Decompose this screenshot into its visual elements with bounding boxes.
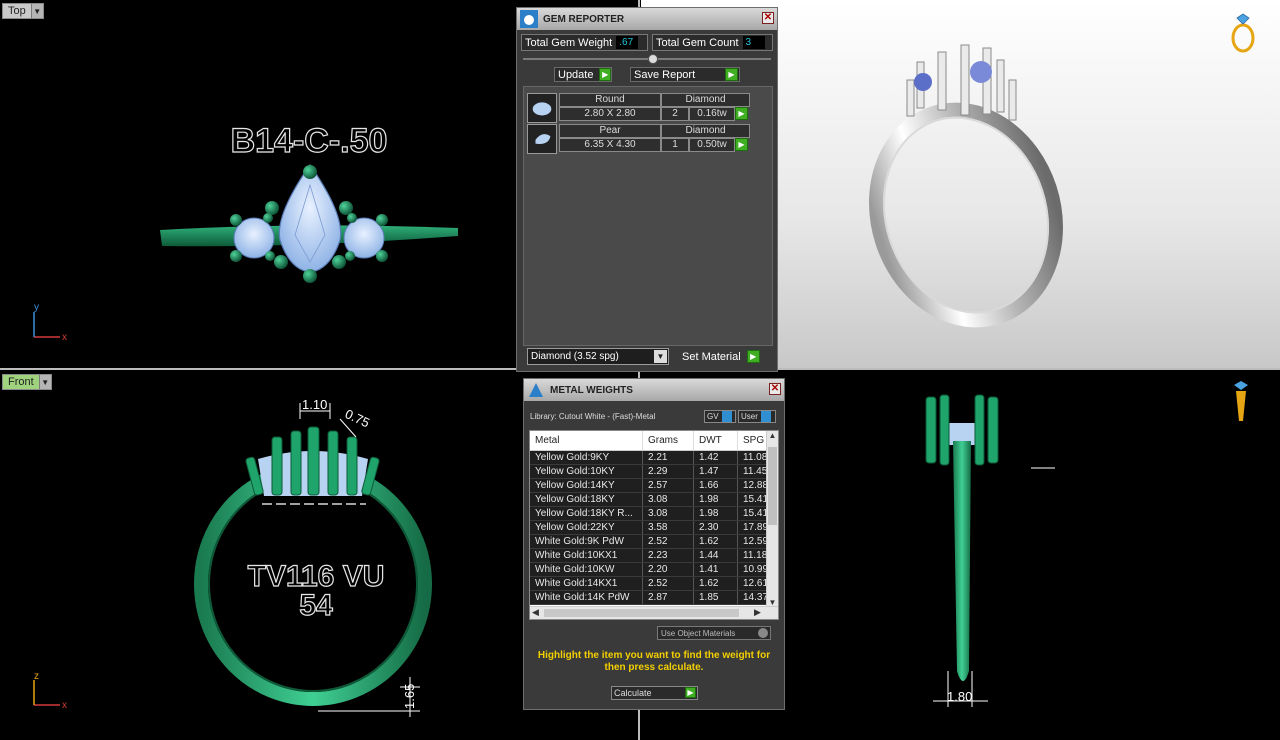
gem-reporter-panel: GEM REPORTER ✕ Total Gem Weight .67 Tota…: [516, 7, 778, 372]
svg-text:z: z: [34, 671, 39, 682]
scroll-thumb[interactable]: [768, 447, 777, 525]
gem-slider[interactable]: [523, 54, 771, 64]
metal-table-header: Metal Grams DWT SPG: [530, 431, 778, 451]
calculate-button[interactable]: Calculate ▶: [611, 686, 698, 700]
gem-row-go-button[interactable]: ▶: [735, 107, 748, 120]
hint-text: Highlight the item you want to find the …: [537, 650, 771, 673]
library-label: Library: Cutout White - (Fast)-Metal: [530, 411, 656, 421]
gem-row-go-button[interactable]: ▶: [735, 138, 748, 151]
front-ring-text-line2: 54: [299, 589, 333, 622]
table-row[interactable]: Yellow Gold:18KY R... 3.08 1.98 15.41: [530, 507, 778, 521]
total-gem-weight-value: .67: [616, 36, 639, 49]
svg-text:y: y: [34, 302, 39, 313]
total-gem-weight: Total Gem Weight .67: [521, 34, 648, 51]
gem-reporter-titlebar[interactable]: GEM REPORTER ✕: [517, 8, 777, 30]
viewport-tab-front[interactable]: Front ▼: [2, 374, 52, 390]
chevron-down-icon[interactable]: ▼: [38, 375, 51, 389]
save-report-button[interactable]: Save Report ▶: [630, 67, 740, 82]
chevron-right-icon[interactable]: ▶: [754, 607, 761, 618]
front-dim-1: 1.10: [302, 397, 327, 412]
gem-reporter-title: GEM REPORTER: [543, 13, 625, 25]
play-icon: ▶: [725, 68, 738, 81]
gem-list: Round Diamond 2.80 X 2.80 2 0.16tw ▶ Pea…: [523, 86, 773, 346]
total-gem-count: Total Gem Count 3: [651, 34, 773, 51]
chevron-left-icon[interactable]: ◀: [532, 607, 539, 618]
total-gem-count-value: 3: [742, 36, 765, 49]
table-row[interactable]: Yellow Gold:9KY 2.21 1.42 11.08: [530, 451, 778, 465]
round-gem-icon: [527, 93, 557, 123]
table-row[interactable]: White Gold:10KX1 2.23 1.44 11.18: [530, 549, 778, 563]
use-object-materials-toggle[interactable]: Use Object Materials: [657, 626, 771, 640]
pendant-view-icon: [1234, 381, 1248, 421]
play-icon: ▶: [685, 687, 696, 698]
user-button[interactable]: User: [738, 410, 776, 423]
table-row[interactable]: Yellow Gold:10KY 2.29 1.47 11.45: [530, 465, 778, 479]
svg-text:x: x: [62, 332, 67, 343]
play-icon: ▶: [599, 68, 611, 81]
gem-row-pear[interactable]: Pear Diamond 6.35 X 4.30 1 0.50tw ▶: [527, 124, 771, 154]
close-icon[interactable]: ✕: [769, 383, 781, 395]
table-row[interactable]: Yellow Gold:18KY 3.08 1.98 15.41: [530, 493, 778, 507]
table-row[interactable]: Yellow Gold:22KY 3.58 2.30 17.89: [530, 521, 778, 535]
chevron-down-icon[interactable]: ▼: [654, 350, 667, 363]
toggle-icon[interactable]: [758, 628, 768, 638]
metal-weights-icon: [529, 383, 543, 397]
set-material-button[interactable]: Set Material ▶: [679, 349, 763, 364]
metal-weights-panel: METAL WEIGHTS ✕ Library: Cutout White - …: [523, 378, 785, 710]
update-button[interactable]: Update ▶: [554, 67, 612, 82]
chevron-down-icon[interactable]: ▼: [30, 4, 43, 18]
close-icon[interactable]: ✕: [762, 12, 774, 24]
table-row[interactable]: Yellow Gold:14KY 2.57 1.66 12.88: [530, 479, 778, 493]
right-dim: 1.80: [947, 689, 972, 704]
metal-weights-titlebar[interactable]: METAL WEIGHTS ✕: [524, 379, 784, 401]
vertical-scrollbar[interactable]: ▲ ▼: [766, 431, 778, 607]
gv-button[interactable]: GV: [704, 410, 736, 423]
table-row[interactable]: White Gold:14K PdW 2.87 1.85 14.37: [530, 591, 778, 605]
slider-knob[interactable]: [648, 54, 658, 64]
pear-gem-icon: [527, 124, 557, 154]
table-row[interactable]: White Gold:10KW 2.20 1.41 10.99: [530, 563, 778, 577]
gem-row-round[interactable]: Round Diamond 2.80 X 2.80 2 0.16tw ▶: [527, 93, 771, 123]
viewport-tab-top[interactable]: Top ▼: [2, 3, 44, 19]
ring-view-icon: [1231, 13, 1255, 53]
metal-table[interactable]: Metal Grams DWT SPG Yellow Gold:9KY 2.21 1…: [529, 430, 779, 620]
material-select[interactable]: Diamond (3.52 spg) ▼: [527, 348, 669, 365]
top-ring-text: B14-C-.50: [231, 122, 388, 160]
table-row[interactable]: White Gold:14KX1 2.52 1.62 12.61: [530, 577, 778, 591]
front-dim-3: 1.65: [402, 684, 417, 709]
gem-reporter-icon: [520, 10, 538, 28]
chevron-up-icon[interactable]: ▲: [767, 431, 778, 440]
scroll-thumb[interactable]: [544, 609, 739, 617]
table-row[interactable]: White Gold:9K PdW 2.52 1.62 12.59: [530, 535, 778, 549]
metal-weights-title: METAL WEIGHTS: [550, 384, 633, 396]
svg-text:x: x: [62, 700, 67, 711]
horizontal-scrollbar[interactable]: ◀ ▶: [530, 606, 778, 619]
play-icon: ▶: [746, 350, 760, 363]
